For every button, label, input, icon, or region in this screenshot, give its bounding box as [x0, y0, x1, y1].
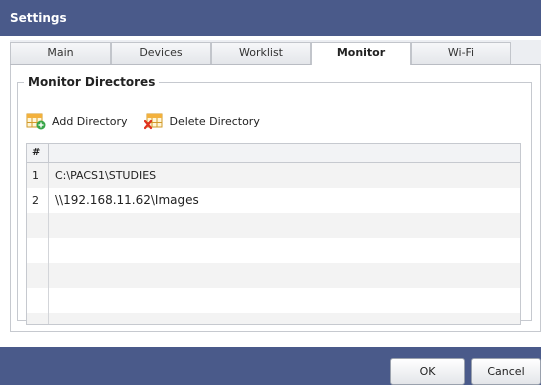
column-header-number[interactable]: #: [27, 144, 49, 162]
empty-row: [27, 263, 520, 288]
window-title: Settings: [0, 0, 541, 36]
empty-row: [27, 313, 520, 324]
table-row[interactable]: 1 C:\PACS1\STUDIES: [27, 163, 520, 188]
add-directory-label: Add Directory: [52, 114, 128, 128]
monitor-panel: Monitor Directores Add Directory Delete …: [10, 65, 541, 332]
cancel-button[interactable]: Cancel: [471, 358, 541, 385]
delete-directory-label: Delete Directory: [169, 114, 260, 128]
ok-button[interactable]: OK: [390, 358, 465, 385]
settings-window: Settings Main Devices Worklist Monitor W…: [0, 0, 541, 385]
delete-directory-button[interactable]: Delete Directory: [143, 112, 260, 130]
tab-monitor[interactable]: Monitor: [311, 42, 411, 65]
directories-table: # 1 C:\PACS1\STUDIES 2 \\192.168.11.62\I…: [26, 143, 521, 325]
monitor-directories-group: Monitor Directores Add Directory Delete …: [17, 75, 532, 325]
column-header-path[interactable]: [49, 144, 520, 162]
delete-directory-icon: [143, 113, 162, 130]
tab-wifi[interactable]: Wi-Fi: [411, 42, 511, 64]
add-directory-icon: [26, 113, 46, 130]
add-directory-button[interactable]: Add Directory: [26, 112, 128, 130]
group-title: Monitor Directores: [28, 75, 156, 89]
empty-row: [27, 288, 520, 313]
dialog-footer: OK Cancel: [0, 347, 541, 385]
table-row[interactable]: 2 \\192.168.11.62\Images: [27, 188, 520, 213]
row-path: C:\PACS1\STUDIES: [55, 169, 157, 182]
table-header: #: [27, 144, 520, 163]
directory-toolbar: Add Directory Delete Directory: [26, 109, 276, 133]
row-number: 1: [27, 163, 49, 188]
tab-worklist[interactable]: Worklist: [211, 42, 311, 64]
empty-row: [27, 238, 520, 263]
tab-devices[interactable]: Devices: [111, 42, 211, 64]
tab-main[interactable]: Main: [10, 42, 111, 64]
row-path: \\192.168.11.62\Images: [55, 193, 199, 207]
row-number: 2: [27, 188, 49, 213]
empty-row: [27, 213, 520, 238]
tab-bar: Main Devices Worklist Monitor Wi-Fi: [10, 40, 541, 65]
settings-body: Main Devices Worklist Monitor Wi-Fi Moni…: [0, 36, 541, 347]
